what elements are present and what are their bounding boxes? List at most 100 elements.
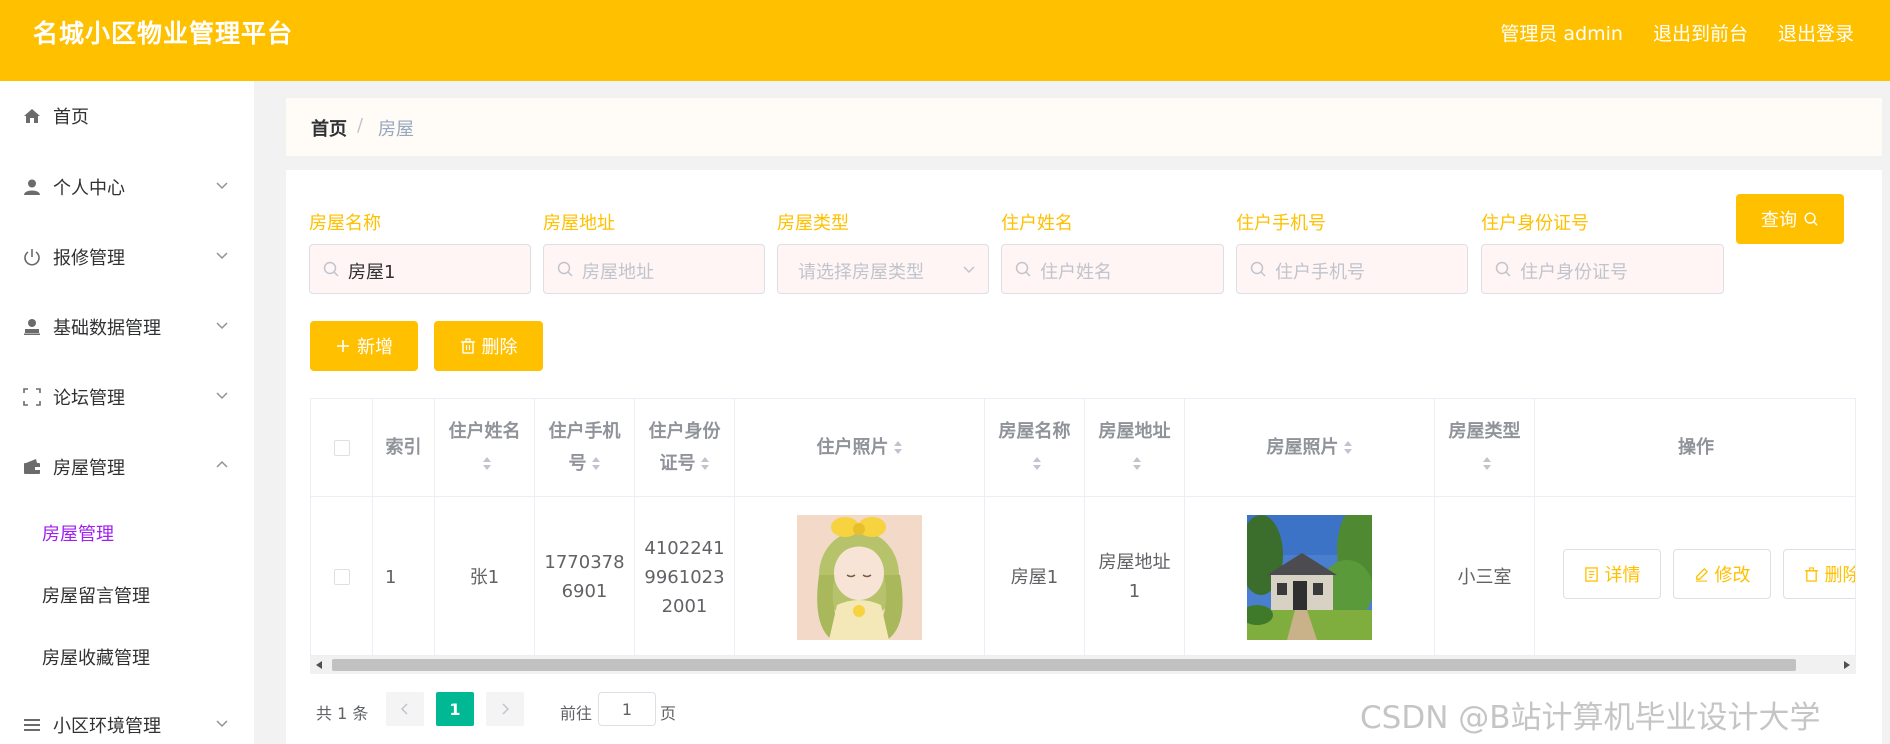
search-icon bbox=[1250, 261, 1266, 277]
chevron-down-icon bbox=[216, 392, 228, 400]
header-links: 管理员 admin 退出到前台 退出登录 bbox=[1500, 19, 1854, 46]
header-label: 住户手机 bbox=[548, 420, 621, 442]
data-table: 索引 住户姓名 住户手机号 住户身份 证号 住户照片 房屋名称 房屋地址 房屋照片… bbox=[310, 398, 1856, 656]
header-label: 房屋名称 bbox=[998, 420, 1071, 442]
next-page-button[interactable] bbox=[486, 692, 524, 726]
chevron-down-icon bbox=[216, 720, 228, 728]
cell-resident-phone: 1770378 6901 bbox=[535, 497, 635, 655]
sidebar-item-basedata[interactable]: 基础数据管理 bbox=[0, 309, 254, 345]
resident-photo-image[interactable] bbox=[797, 514, 922, 640]
house-type-select[interactable]: 请选择房屋类型 bbox=[777, 244, 989, 294]
detail-button[interactable]: 详情 bbox=[1563, 549, 1661, 599]
goto-page-input[interactable]: 1 bbox=[598, 692, 656, 726]
person-stamp-icon bbox=[22, 317, 42, 337]
sidebar-item-forum[interactable]: 论坛管理 bbox=[0, 379, 254, 415]
select-all-cell bbox=[311, 399, 373, 496]
header-label: 住户姓名 bbox=[448, 420, 521, 442]
row-delete-button[interactable]: 删除 bbox=[1783, 549, 1855, 599]
header-house-type[interactable]: 房屋类型 bbox=[1435, 399, 1535, 496]
sort-icon[interactable] bbox=[1482, 456, 1492, 471]
sidebar-item-house[interactable]: 房屋管理 bbox=[0, 449, 254, 485]
sort-icon[interactable] bbox=[700, 456, 710, 471]
sidebar-item-label: 小区环境管理 bbox=[53, 716, 161, 737]
header-house-address[interactable]: 房屋地址 bbox=[1085, 399, 1185, 496]
breadcrumb: 首页 / 房屋 bbox=[286, 98, 1882, 156]
page-number-current[interactable]: 1 bbox=[436, 692, 474, 726]
sort-icon[interactable] bbox=[591, 456, 601, 471]
chevron-down-icon bbox=[963, 266, 975, 274]
header-resident-name[interactable]: 住户姓名 bbox=[435, 399, 535, 496]
header-house-name[interactable]: 房屋名称 bbox=[985, 399, 1085, 496]
sidebar-item-label: 基础数据管理 bbox=[53, 318, 161, 339]
scroll-left-arrow-icon[interactable] bbox=[316, 661, 322, 669]
sort-icon[interactable] bbox=[482, 456, 492, 471]
chevron-up-icon bbox=[216, 460, 228, 468]
top-header: 名城小区物业管理平台 管理员 admin 退出到前台 退出登录 bbox=[0, 0, 1890, 81]
sidebar-item-label: 首页 bbox=[53, 107, 89, 128]
trash-icon bbox=[1804, 566, 1818, 582]
house-address-input[interactable]: 房屋地址 bbox=[543, 244, 765, 294]
query-button-label: 查询 bbox=[1761, 210, 1797, 231]
resident-phone-label: 住户手机号 bbox=[1236, 213, 1326, 234]
house-type-label: 房屋类型 bbox=[777, 213, 849, 234]
batch-delete-button[interactable]: 删除 bbox=[434, 321, 543, 371]
plus-icon bbox=[337, 340, 349, 352]
cell-text: 9961023 bbox=[644, 566, 725, 588]
sort-icon[interactable] bbox=[893, 440, 903, 455]
header-resident-idcard[interactable]: 住户身份 证号 bbox=[635, 399, 735, 496]
row-checkbox[interactable] bbox=[333, 569, 350, 585]
sidebar-subitem-house-message[interactable]: 房屋留言管理 bbox=[42, 582, 150, 608]
sidebar-item-profile[interactable]: 个人中心 bbox=[0, 169, 254, 205]
cell-text: 房屋地址 bbox=[1098, 552, 1171, 573]
cell-resident-photo bbox=[735, 497, 985, 655]
cell-text: 6901 bbox=[561, 581, 608, 602]
logout-link[interactable]: 退出登录 bbox=[1778, 19, 1854, 46]
sidebar-item-home[interactable]: 首页 bbox=[0, 98, 254, 134]
breadcrumb-home[interactable]: 首页 bbox=[311, 115, 347, 141]
cell-operations: 详情 修改 删除 bbox=[1535, 497, 1855, 655]
sidebar-subitem-house-favorite[interactable]: 房屋收藏管理 bbox=[42, 644, 150, 670]
resident-idcard-input[interactable]: 住户身份证号 bbox=[1481, 244, 1724, 294]
sort-icon[interactable] bbox=[1343, 440, 1353, 455]
header-operation: 操作 bbox=[1535, 399, 1855, 496]
query-button[interactable]: 查询 bbox=[1736, 194, 1844, 244]
chevron-down-icon bbox=[216, 322, 228, 330]
scroll-right-arrow-icon[interactable] bbox=[1844, 661, 1850, 669]
header-house-photo[interactable]: 房屋照片 bbox=[1185, 399, 1435, 496]
select-all-checkbox[interactable] bbox=[333, 439, 350, 456]
admin-label[interactable]: 管理员 admin bbox=[1500, 19, 1623, 46]
header-label: 操作 bbox=[1678, 436, 1714, 458]
edit-button-label: 修改 bbox=[1714, 565, 1751, 586]
add-button[interactable]: 新增 bbox=[310, 321, 418, 371]
horizontal-scrollbar[interactable] bbox=[310, 656, 1856, 674]
prev-page-button[interactable] bbox=[386, 692, 424, 726]
cell-text: 1 bbox=[385, 566, 397, 588]
header-resident-photo[interactable]: 住户照片 bbox=[735, 399, 985, 496]
search-icon bbox=[1804, 212, 1818, 226]
resident-phone-placeholder: 住户手机号 bbox=[1275, 262, 1365, 283]
resident-phone-input[interactable]: 住户手机号 bbox=[1236, 244, 1468, 294]
sort-icon[interactable] bbox=[1032, 456, 1042, 471]
sort-icon[interactable] bbox=[1132, 456, 1142, 471]
sidebar-item-label: 个人中心 bbox=[53, 178, 125, 199]
sidebar-item-environment[interactable]: 小区环境管理 bbox=[0, 707, 254, 743]
table-header-row: 索引 住户姓名 住户手机号 住户身份 证号 住户照片 房屋名称 房屋地址 房屋照片… bbox=[311, 399, 1855, 497]
sidebar-item-repair[interactable]: 报修管理 bbox=[0, 239, 254, 275]
resident-name-input[interactable]: 住户姓名 bbox=[1001, 244, 1224, 294]
edit-icon bbox=[1695, 567, 1708, 582]
house-photo-image[interactable] bbox=[1247, 514, 1372, 640]
sidebar-subitem-house-manage[interactable]: 房屋管理 bbox=[42, 520, 114, 546]
exit-to-frontend-link[interactable]: 退出到前台 bbox=[1653, 19, 1748, 46]
edit-button[interactable]: 修改 bbox=[1673, 549, 1771, 599]
cell-house-name: 房屋1 bbox=[985, 497, 1085, 655]
house-name-input[interactable]: 房屋1 bbox=[309, 244, 531, 294]
scrollbar-thumb[interactable] bbox=[332, 659, 1796, 671]
cell-text: 1 bbox=[1128, 581, 1141, 602]
chevron-down-icon bbox=[216, 252, 228, 260]
cell-text: 2001 bbox=[661, 595, 708, 617]
header-label: 证号 bbox=[659, 452, 696, 474]
cell-resident-name: 张1 bbox=[435, 497, 535, 655]
pagination-goto-label: 前往 bbox=[560, 704, 593, 723]
header-resident-phone[interactable]: 住户手机号 bbox=[535, 399, 635, 496]
breadcrumb-separator: / bbox=[357, 115, 364, 136]
